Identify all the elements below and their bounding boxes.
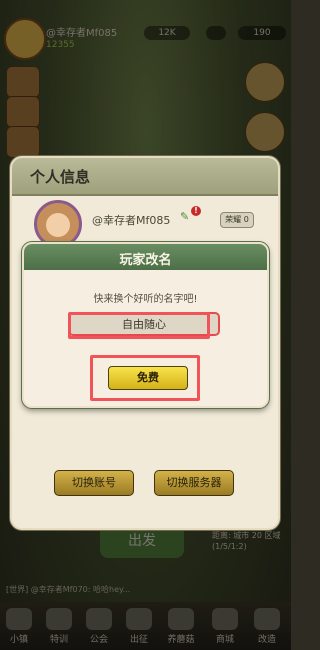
switch-server-button[interactable]: 切换服务器: [154, 470, 234, 496]
rename-prompt: 快来换个好听的名字吧!: [93, 294, 198, 305]
rename-dialog-title: 玩家改名: [119, 253, 172, 268]
avatar-face: [46, 213, 70, 237]
rename-dialog: 玩家改名 快来换个好听的名字吧! 免费: [22, 242, 269, 408]
free-rename-button[interactable]: 免费: [108, 366, 188, 390]
new-name-input[interactable]: [68, 312, 220, 336]
info-panel-title: 个人信息: [30, 168, 91, 186]
edit-name-icon[interactable]: ✎: [180, 210, 189, 223]
info-avatar[interactable]: [34, 200, 82, 248]
honor-badge[interactable]: 荣耀 0: [220, 212, 254, 228]
alert-icon: !: [191, 206, 201, 216]
switch-account-button[interactable]: 切换账号: [54, 470, 134, 496]
info-player-name: @幸存者Mf085: [92, 214, 171, 227]
